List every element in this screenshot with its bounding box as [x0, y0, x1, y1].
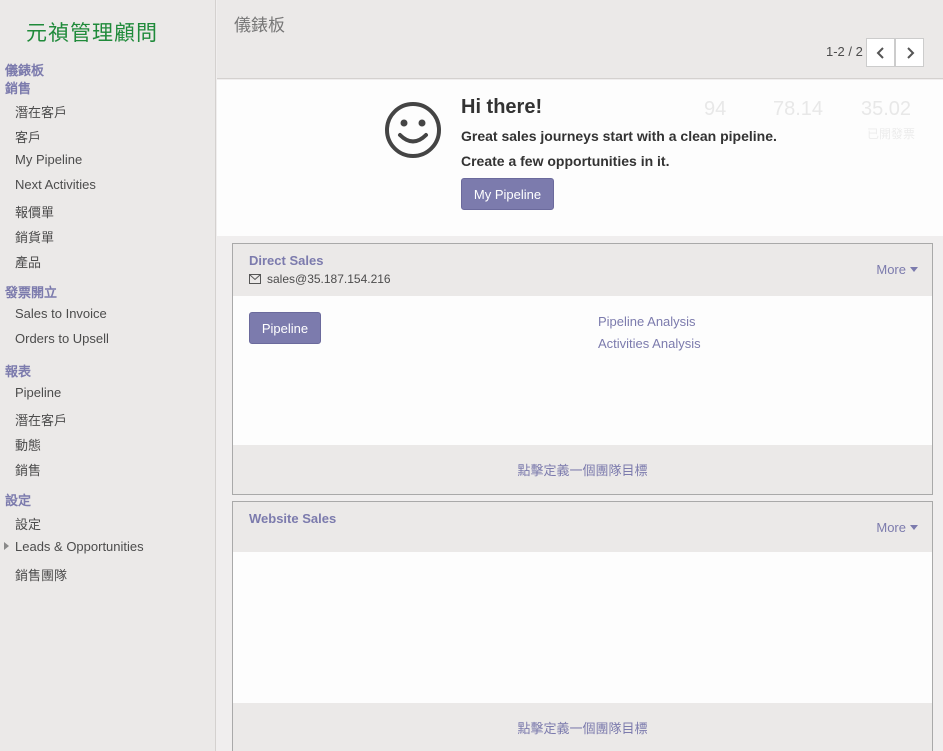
ghost-stat-label: 已開發票: [867, 127, 916, 141]
more-dropdown[interactable]: More: [876, 520, 918, 535]
menu-item-settings[interactable]: 設定: [15, 514, 41, 533]
more-label: More: [876, 262, 906, 277]
ghost-stat-1: 94: [704, 98, 727, 120]
menu-dashboard[interactable]: 儀錶板: [5, 60, 44, 79]
more-label: More: [876, 520, 906, 535]
envelope-icon: [249, 274, 261, 284]
pager-next-button[interactable]: [895, 38, 924, 67]
welcome-line-2: Create a few opportunities in it.: [461, 153, 670, 169]
ghost-stat-2: 78.14: [773, 98, 824, 120]
breadcrumb: 儀錶板: [234, 16, 285, 35]
team-card-website-sales: Website Sales More 點擊定義一個團隊目標: [232, 501, 933, 751]
menu-item-report-activities[interactable]: 動態: [15, 435, 41, 454]
team-card-header: Website Sales More: [233, 502, 932, 552]
menu-section-reports: 報表: [5, 364, 32, 379]
define-team-target-link[interactable]: 點擊定義一個團隊目標: [517, 460, 647, 479]
caret-right-icon[interactable]: [4, 542, 9, 550]
menu-item-next-activities[interactable]: Next Activities: [15, 177, 96, 192]
team-alias-email: sales@35.187.154.216: [267, 272, 391, 286]
team-card-direct-sales: Direct Sales sales@35.187.154.216 More P…: [232, 243, 933, 495]
chevron-right-icon: [906, 46, 914, 59]
more-dropdown[interactable]: More: [876, 262, 918, 277]
ghost-stat-3: 35.02: [861, 98, 912, 120]
my-pipeline-button[interactable]: My Pipeline: [461, 178, 554, 210]
sidebar: 元禎管理顧問 儀錶板 銷售 潛在客戶 客戶 My Pipeline Next A…: [0, 0, 216, 751]
welcome-line-1: Great sales journeys start with a clean …: [461, 128, 777, 144]
team-card-footer: 點擊定義一個團隊目標: [233, 445, 932, 494]
caret-down-icon: [910, 267, 918, 272]
menu-item-sales-teams[interactable]: 銷售團隊: [15, 565, 67, 584]
team-card-header: Direct Sales sales@35.187.154.216 More: [233, 244, 932, 296]
activities-analysis-link[interactable]: Activities Analysis: [598, 336, 701, 351]
dashboard-content: 94 78.14 35.02 已開發票 Hi there! Great sale…: [217, 80, 943, 751]
pager-value[interactable]: 1-2 / 2: [826, 44, 863, 59]
caret-down-icon: [910, 525, 918, 530]
menu-item-customers[interactable]: 客戶: [15, 127, 41, 146]
team-name[interactable]: Direct Sales: [249, 253, 323, 268]
menu-section-sales: 銷售: [5, 81, 32, 96]
menu-item-report-leads[interactable]: 潛在客戶: [15, 410, 67, 429]
menu-item-orders-to-upsell[interactable]: Orders to Upsell: [15, 331, 109, 346]
team-card-footer: 點擊定義一個團隊目標: [233, 703, 932, 751]
menu-section-settings: 設定: [5, 493, 32, 508]
welcome-panel: 94 78.14 35.02 已開發票 Hi there! Great sale…: [217, 80, 943, 236]
pipeline-button[interactable]: Pipeline: [249, 312, 321, 344]
define-team-target-link[interactable]: 點擊定義一個團隊目標: [517, 718, 647, 737]
menu-item-quotations[interactable]: 報價單: [15, 202, 54, 221]
team-alias: sales@35.187.154.216: [249, 272, 391, 286]
chevron-left-icon: [876, 46, 884, 59]
team-name[interactable]: Website Sales: [249, 511, 336, 526]
menu-item-report-sales[interactable]: 銷售: [15, 460, 41, 479]
menu-item-sales-to-invoice[interactable]: Sales to Invoice: [15, 306, 107, 321]
company-logo[interactable]: 元禎管理顧問: [26, 17, 158, 47]
pager-previous-button[interactable]: [866, 38, 895, 67]
smiley-icon: [385, 102, 441, 158]
menu-item-leads[interactable]: 潛在客戶: [15, 102, 67, 121]
welcome-title: Hi there!: [461, 96, 543, 118]
pipeline-analysis-link[interactable]: Pipeline Analysis: [598, 314, 696, 329]
menu-item-leads-opportunities[interactable]: Leads & Opportunities: [15, 539, 144, 554]
menu-item-report-pipeline[interactable]: Pipeline: [15, 385, 61, 400]
menu-section-invoicing: 發票開立: [5, 285, 58, 300]
menu-item-products[interactable]: 產品: [15, 252, 41, 271]
menu-item-sales-orders[interactable]: 銷貨單: [15, 227, 54, 246]
control-panel: 儀錶板 1-2 / 2: [217, 0, 943, 79]
menu-item-my-pipeline[interactable]: My Pipeline: [15, 152, 82, 167]
